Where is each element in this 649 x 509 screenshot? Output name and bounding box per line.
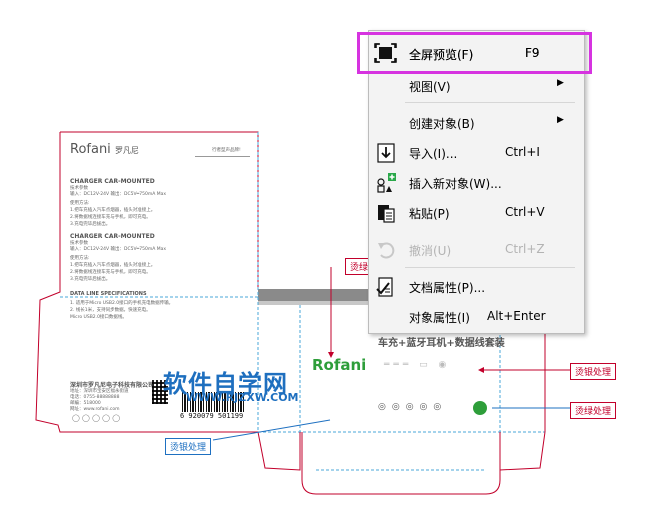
menu-item-shortcut: Ctrl+Z [505,242,545,256]
section1-note: 3.充电完毕后拔出。 [70,222,111,227]
menu-item-shortcut: Alt+Enter [487,309,546,323]
menu-item-view[interactable]: 视图(V) ▶ [369,74,584,96]
menu-item-shortcut: F9 [525,46,540,60]
green-badge [473,401,487,415]
data-line-title: DATA LINE SPECIFICATIONS [70,291,147,297]
watermark-url: WWW.RJZXW.COM [186,391,299,404]
callout-silver-right: 烫银处理 [570,363,617,380]
import-icon [375,143,397,163]
brand-name: Rofani [70,142,111,157]
menu-item-fullscreen-preview-overlay[interactable]: 全屏预览(F) F9 [369,39,569,67]
callout-green-right: 烫绿处理 [570,402,617,419]
section2-note: 3.充电完毕后拔出。 [70,277,111,282]
section2-notes-title: 使用方法: [70,256,90,261]
bottom-flap-outline [499,431,546,471]
menu-item-document-properties[interactable]: 文档属性(P)... [369,275,584,297]
menu-item-undo[interactable]: 撤消(U) Ctrl+Z [369,238,584,260]
bottom-tuck-flap [301,432,501,495]
undo-icon [375,240,397,259]
section2-note: 2.将数据线连接车充与手机，即可充电。 [70,270,151,275]
menu-item-label: 撤消(U) [409,244,452,258]
section1-title: CHARGER CAR-MOUNTED [70,178,155,185]
bottom-flap-outline [257,431,301,471]
context-menu: 全屏预览(F) F9 视图(V) ▶ 创建对象(B) ▶ 导入(I)... Ct… [368,30,585,334]
menu-item-label: 导入(I)... [409,147,458,161]
data-line-note: 1. 适用于Micro USB2.0接口的手机充电数据传输。 [70,301,174,306]
menu-item-import[interactable]: 导入(I)... Ctrl+I [369,141,584,163]
section2-title: CHARGER CAR-MOUNTED [70,233,155,240]
menu-item-label: 创建对象(B) [409,117,475,131]
brand-name-cn: 罗凡尼 [114,146,139,155]
document-properties-icon [375,277,397,297]
paste-icon [375,203,397,223]
data-line-note: 2. 线长1米，支持同步数据，快速充电。 [70,308,151,313]
section1-spec: 输入：DC12V-24V 输出：DC5V═750mA Max [70,192,167,197]
company-line: 网址：www.rofani.com [70,407,120,412]
menu-item-paste[interactable]: 粘贴(P) Ctrl+V [369,201,584,223]
menu-item-label: 对象属性(I) [409,311,470,325]
fullscreen-icon [374,43,396,66]
menu-item-object-properties[interactable]: 对象属性(I) Alt+Enter [369,305,584,327]
barcode-number: 6 920079 501199 [180,412,244,420]
feature-icons-row: ◎◎◎◎◎ [378,402,448,412]
grey-band [258,289,370,301]
menu-item-label: 全屏预览(F) [409,48,474,62]
section2-note: 1.把车充插入汽车点烟器，插头对准接上。 [70,263,156,268]
certification-icons: ◯ ◯ ◯ ◯ ◯ [72,414,121,422]
menu-separator [405,102,575,103]
submenu-arrow-icon: ▶ [557,115,564,125]
menu-item-label: 插入新对象(W)... [409,177,502,191]
menu-item-label: 粘贴(P) [409,207,450,221]
brand-logo-right: Rofani [312,356,367,374]
section1-note: 2.将数据线连接车充与手机，即可充电。 [70,215,151,220]
menu-item-create-object[interactable]: 创建对象(B) ▶ [369,111,584,133]
section2-spec: 输入：DC12V-24V 输出：DC5V═750mA Max [70,247,167,252]
callout-silver-left: 烫银处理 [165,438,212,455]
submenu-arrow-icon: ▶ [557,78,564,88]
product-icons-row: ═══ ▭ ◉ [384,360,451,370]
menu-item-shortcut: Ctrl+V [505,205,545,219]
menu-item-label: 文档属性(P)... [409,281,486,295]
tagline-rule [195,156,250,157]
section1-note: 1.把车充插入汽车点烟器，插头对准接上。 [70,208,156,213]
menu-item-shortcut: Ctrl+I [505,145,540,159]
data-line-note: Micro USB2.0接口数据线。 [70,315,127,320]
menu-separator [405,267,575,268]
section1-notes-title: 使用方法: [70,201,90,206]
company-name: 深圳市罗凡尼电子科技有限公司 [70,382,155,389]
menu-item-label: 视图(V) [409,80,451,94]
product-line: 车充+蓝牙耳机+数据线套装 [378,338,505,349]
brand-logo: Rofani 罗凡尼 [70,142,139,157]
insert-object-icon [375,173,397,193]
grey-band-light [258,301,370,305]
menu-item-insert-new-object[interactable]: 插入新对象(W)... [369,171,584,193]
tagline: 行者型声品牌! [212,148,241,153]
